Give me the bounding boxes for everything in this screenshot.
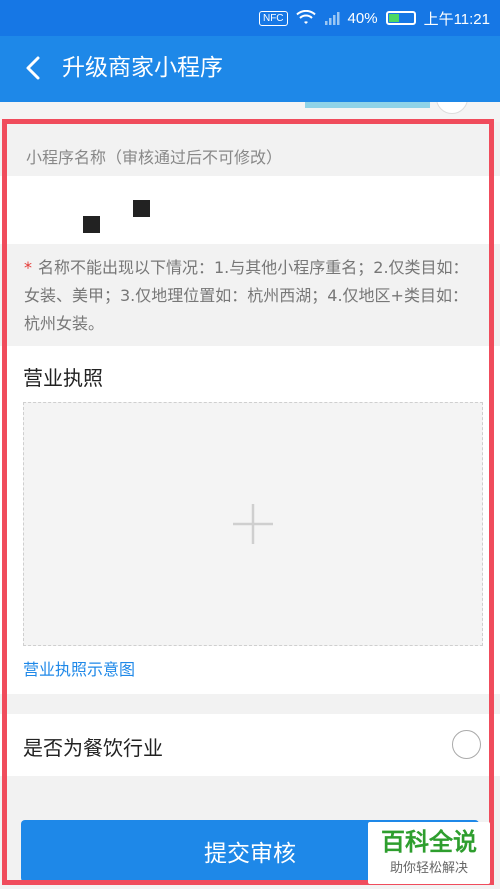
chevron-left-icon	[26, 56, 40, 80]
status-icons: NFC 40% 上午11:21	[258, 0, 490, 36]
license-sample-link[interactable]: 营业执照示意图	[23, 656, 135, 680]
back-button[interactable]	[18, 53, 48, 83]
page-title: 升级商家小程序	[62, 55, 223, 81]
mini-program-name-field[interactable]	[0, 176, 500, 244]
watermark-subtitle: 助你轻松解决	[389, 861, 468, 876]
strip-radio	[436, 102, 468, 114]
food-industry-label: 是否为餐饮行业	[23, 736, 163, 760]
naming-notice: * 名称不能出现以下情况：1.与其他小程序重名；2.仅类目如：女装、美甲；3.仅地…	[0, 244, 500, 346]
status-bar: NFC 40% 上午11:21	[0, 0, 500, 36]
clock: 上午11:21	[423, 10, 490, 28]
watermark-title: 百科全说	[381, 828, 477, 856]
plus-icon	[233, 504, 273, 544]
signal-icon	[324, 12, 340, 25]
business-license-title: 营业执照	[23, 366, 103, 390]
food-industry-row[interactable]: 是否为餐饮行业	[0, 714, 500, 776]
notice-text: 名称不能出现以下情况：1.与其他小程序重名；2.仅类目如：女装、美甲；3.仅地理…	[24, 258, 469, 333]
section-divider	[0, 694, 500, 714]
strip-image	[305, 102, 430, 108]
nfc-icon: NFC	[258, 10, 288, 26]
battery-percent: 40%	[347, 9, 378, 27]
redacted-mark	[133, 200, 150, 217]
nav-bar: 升级商家小程序	[0, 36, 500, 102]
business-license-section: 营业执照 营业执照示意图	[0, 346, 500, 694]
scrolled-content-strip	[0, 102, 500, 122]
watermark-logo: 百科全说 助你轻松解决	[368, 822, 490, 884]
license-upload-area[interactable]	[23, 402, 483, 646]
wifi-icon	[295, 10, 316, 24]
redacted-mark	[83, 216, 100, 233]
food-industry-radio[interactable]	[452, 730, 481, 759]
required-star: *	[24, 258, 32, 277]
battery-icon	[385, 11, 416, 25]
mini-program-name-label: 小程序名称（审核通过后不可修改）	[0, 126, 500, 176]
